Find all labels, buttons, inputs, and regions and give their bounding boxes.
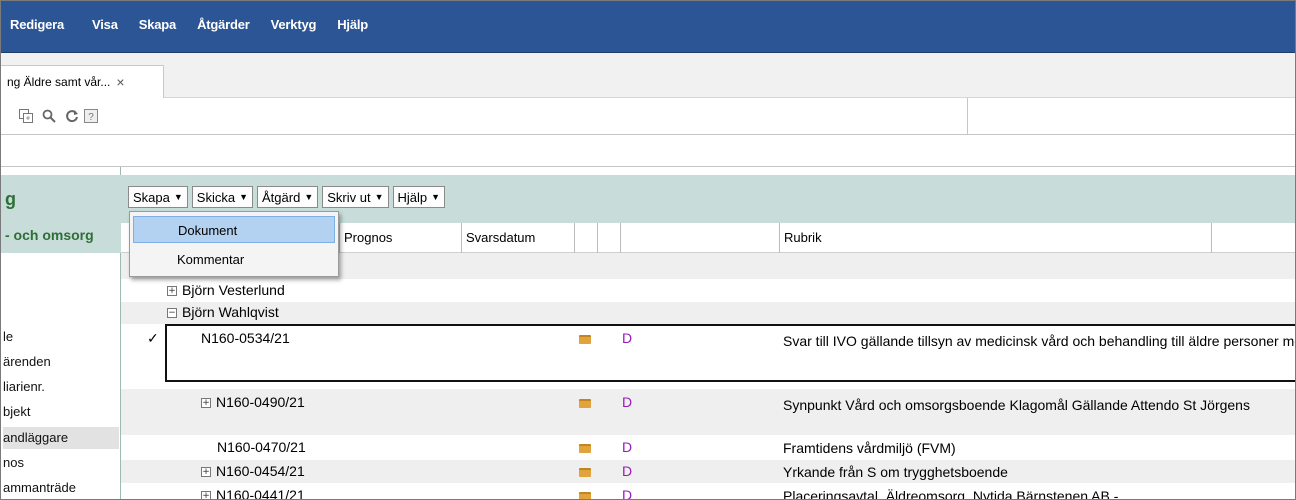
column-prognos[interactable]: Prognos: [339, 223, 461, 253]
folder-icon[interactable]: [579, 440, 591, 456]
group-name: Björn Wahlqvist: [182, 304, 279, 320]
folder-icon[interactable]: [579, 464, 591, 480]
copy-icon[interactable]: [19, 109, 34, 126]
action-buttons: Skapa ▼ Skicka ▼ Åtgärd ▼ Skriv ut ▼ Hjälp ▼: [128, 186, 446, 208]
nav-item-sammantrade[interactable]: ammanträde: [3, 477, 119, 499]
column-svarsdatum[interactable]: Svarsdatum: [461, 223, 574, 253]
document-type: D: [622, 439, 633, 455]
chevron-down-icon: ▼: [431, 192, 441, 202]
case-id: N160-0441/21: [216, 487, 305, 500]
nav-item-le[interactable]: le: [3, 326, 119, 348]
skriv-ut-label: Skriv ut: [327, 189, 371, 205]
chevron-down-icon: ▼: [304, 192, 314, 202]
case-id: N160-0490/21: [216, 394, 305, 410]
folder-icon[interactable]: [579, 331, 591, 347]
panel-title: g: [5, 189, 16, 209]
filter-bar: [1, 135, 1295, 167]
toolbar-divider: [967, 98, 968, 134]
search-icon[interactable]: [42, 109, 56, 126]
hjalp-button[interactable]: Hjälp ▼: [392, 186, 446, 208]
group-name: Björn Vesterlund: [182, 282, 285, 298]
help-icon[interactable]: ?: [84, 109, 98, 126]
atgard-label: Åtgärd: [262, 189, 301, 205]
skapa-dropdown-menu: Dokument Kommentar: [129, 211, 339, 277]
tab-bar: ng Äldre samt vår... ×: [1, 53, 1295, 98]
skapa-button[interactable]: Skapa ▼: [128, 186, 188, 208]
table-row[interactable]: ✓ N160-0534/21 D Svar till IVO gällande …: [121, 324, 1295, 387]
tab-document[interactable]: ng Äldre samt vår... ×: [1, 65, 164, 98]
panel-subtitle: - och omsorg: [5, 227, 94, 243]
atgard-button[interactable]: Åtgärd ▼: [257, 186, 319, 208]
svg-text:?: ?: [88, 112, 94, 123]
menu-redigera[interactable]: Redigera: [7, 15, 67, 34]
skicka-label: Skicka: [196, 189, 236, 205]
nav-item-diarienr[interactable]: liarienr.: [3, 376, 119, 398]
tab-label: ng Äldre samt vår...: [7, 75, 111, 89]
document-type: D: [622, 394, 633, 410]
column-trailing[interactable]: [1211, 223, 1295, 253]
nav-item-objekt[interactable]: bjekt: [3, 401, 119, 423]
table-row[interactable]: + N160-0441/21 D Placeringsavtal, Äldreom…: [121, 484, 1295, 500]
refresh-icon[interactable]: [65, 109, 79, 126]
case-subject: Svar till IVO gällande tillsyn av medici…: [783, 333, 1295, 349]
table-row[interactable]: + N160-0454/21 D Yrkande från S om tryggh…: [121, 460, 1295, 483]
menu-skapa[interactable]: Skapa: [136, 15, 179, 34]
menu-visa[interactable]: Visa: [89, 15, 121, 34]
column-blank-1[interactable]: [574, 223, 597, 253]
case-subject: Placeringsavtal, Äldreomsorg, Nytida Bär…: [783, 488, 1119, 500]
chevron-down-icon: ▼: [374, 192, 384, 202]
column-rubrik[interactable]: Rubrik: [779, 223, 1211, 253]
document-type: D: [622, 487, 633, 500]
nav-item-prognos[interactable]: nos: [3, 452, 119, 474]
folder-icon[interactable]: [579, 488, 591, 499]
group-row[interactable]: + Björn Vesterlund: [121, 280, 1295, 302]
close-icon[interactable]: ×: [116, 74, 124, 90]
collapse-icon[interactable]: −: [167, 308, 177, 319]
skapa-label: Skapa: [133, 189, 170, 205]
checkmark-icon: ✓: [147, 330, 159, 346]
case-subject: Synpunkt Vård och omsorgsboende Klagomål…: [783, 397, 1250, 413]
skriv-ut-button[interactable]: Skriv ut ▼: [322, 186, 389, 208]
table-row[interactable]: N160-0470/21 D Framtidens vårdmiljö (FVM…: [121, 436, 1295, 459]
chevron-down-icon: ▼: [239, 192, 249, 202]
column-blank-2[interactable]: [597, 223, 620, 253]
hjalp-label: Hjälp: [397, 189, 428, 205]
document-type: D: [622, 463, 633, 479]
menu-bar: Redigera Visa Skapa Åtgärder Verktyg Hjä…: [1, 1, 1295, 53]
group-row[interactable]: − Björn Wahlqvist: [121, 302, 1295, 324]
left-nav-panel: g - och omsorg le ärenden liarienr. bjek…: [1, 167, 121, 499]
menu-item-kommentar[interactable]: Kommentar: [133, 246, 335, 273]
expand-icon[interactable]: +: [201, 491, 211, 499]
expand-icon[interactable]: +: [201, 467, 211, 478]
chevron-down-icon: ▼: [173, 192, 183, 202]
expand-icon[interactable]: +: [167, 286, 177, 297]
nav-item-handlaggare[interactable]: andläggare: [3, 427, 119, 449]
case-id: N160-0454/21: [216, 463, 305, 479]
menu-verktyg[interactable]: Verktyg: [268, 15, 320, 34]
left-panel-header: g - och omsorg: [1, 175, 121, 253]
expand-icon[interactable]: +: [201, 398, 211, 409]
application-window: Redigera Visa Skapa Åtgärder Verktyg Hjä…: [0, 0, 1296, 500]
document-type: D: [622, 330, 633, 346]
skicka-button[interactable]: Skicka ▼: [191, 186, 254, 208]
toolbar: ?: [1, 98, 1295, 135]
column-blank-3[interactable]: [620, 223, 678, 253]
case-subject: Framtidens vårdmiljö (FVM): [783, 440, 956, 456]
menu-atgarder[interactable]: Åtgärder: [194, 15, 253, 34]
case-id: N160-0534/21: [201, 330, 290, 346]
nav-item-arenden[interactable]: ärenden: [3, 351, 119, 373]
folder-icon[interactable]: [579, 395, 591, 411]
table-row[interactable]: + N160-0490/21 D Synpunkt Vård och omsorg…: [121, 389, 1295, 435]
case-grid: + Björn Vesterlund − Björn Wahlqvist ✓ N16…: [121, 253, 1295, 500]
case-subject: Yrkande från S om trygghetsboende: [783, 464, 1008, 480]
case-id: N160-0470/21: [217, 439, 306, 455]
menu-hjalp[interactable]: Hjälp: [334, 15, 371, 34]
menu-item-dokument[interactable]: Dokument: [133, 216, 335, 243]
